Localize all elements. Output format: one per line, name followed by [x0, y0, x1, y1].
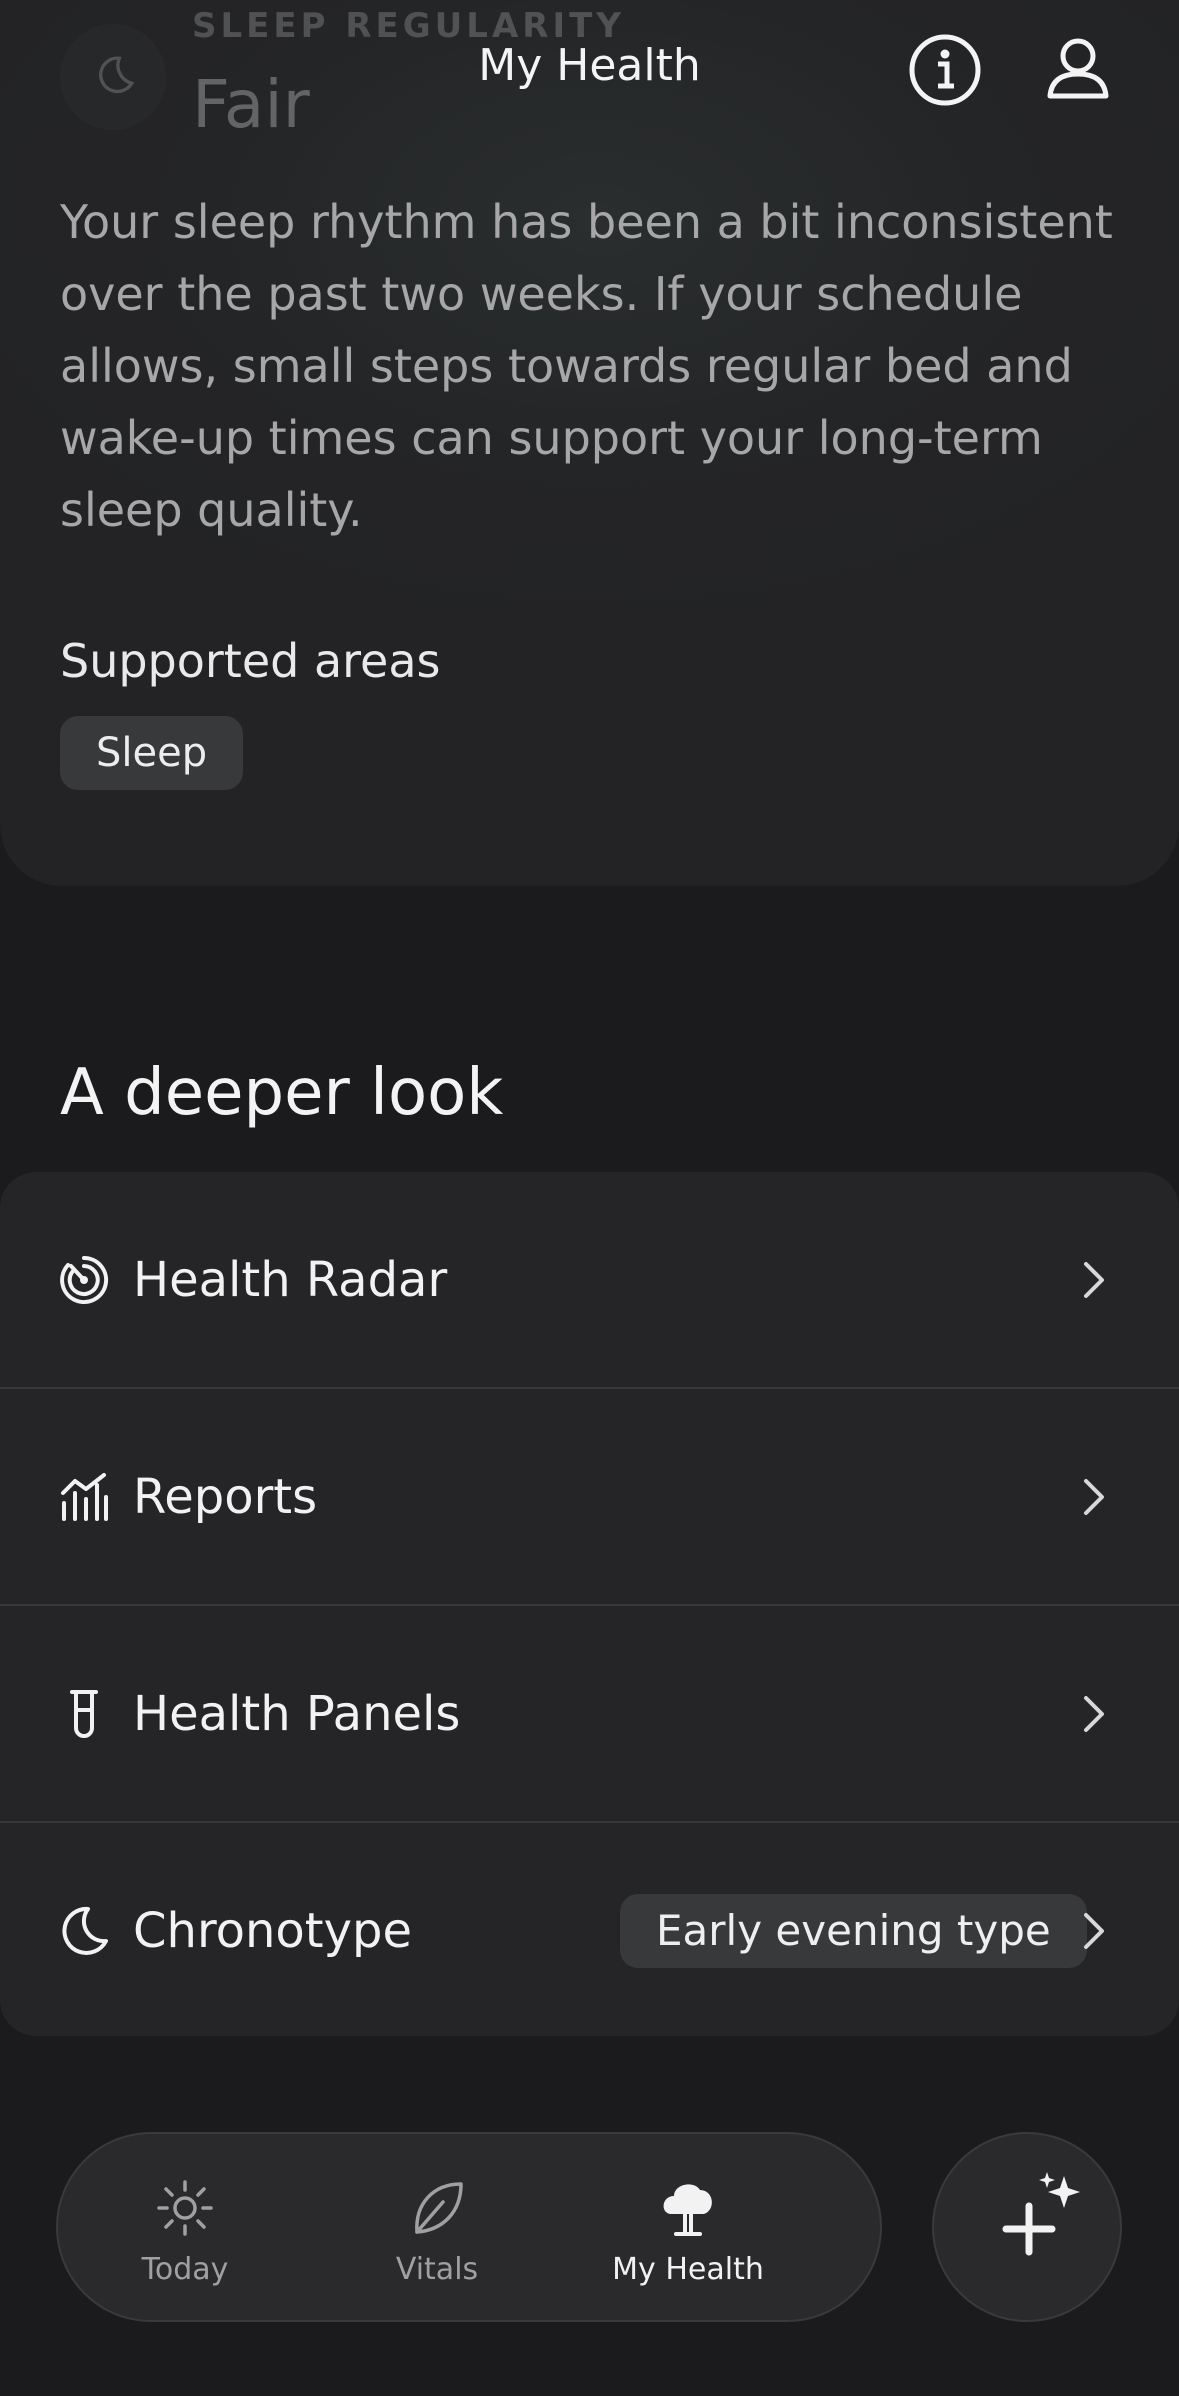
list-item-label: Health Radar — [133, 1251, 448, 1308]
list-item-reports[interactable]: Reports — [0, 1389, 1179, 1604]
sleep-description: Your sleep rhythm has been a bit inconsi… — [60, 195, 1113, 537]
chart-icon — [58, 1471, 110, 1523]
list-item-health-panels[interactable]: Health Panels — [0, 1606, 1179, 1821]
bottom-tab-bar: Today Vitals My Health — [56, 2132, 882, 2322]
info-button[interactable] — [905, 30, 985, 110]
supported-area-chip: Sleep — [60, 716, 244, 790]
profile-button[interactable] — [1038, 30, 1118, 110]
radar-icon — [58, 1254, 110, 1306]
sun-icon — [157, 2180, 213, 2236]
chevron-right-icon — [1084, 1478, 1104, 1515]
supported-areas-label: Supported areas — [60, 634, 441, 688]
tab-vitals[interactable]: Vitals — [347, 2134, 527, 2324]
user-icon — [1047, 38, 1109, 99]
leaf-icon — [415, 2182, 463, 2234]
info-icon — [909, 34, 981, 106]
add-button[interactable] — [932, 2132, 1122, 2322]
tab-label: Vitals — [395, 2252, 479, 2287]
tree-icon — [663, 2184, 712, 2236]
page-title: My Health — [478, 40, 701, 91]
plus-sparkle-icon — [1002, 2172, 1080, 2256]
test-tube-icon — [58, 1688, 110, 1740]
deeper-look-list: Health Radar Reports Health Panels Chron… — [0, 1172, 1179, 2036]
chevron-right-icon — [1084, 1695, 1104, 1732]
list-item-health-radar[interactable]: Health Radar — [0, 1172, 1179, 1387]
tab-my-health[interactable]: My Health — [598, 2134, 778, 2324]
tab-label: My Health — [612, 2252, 764, 2287]
list-item-label: Health Panels — [133, 1685, 461, 1742]
list-item-chronotype[interactable]: Chronotype Early evening type — [0, 1823, 1179, 2036]
tab-label: Today — [141, 2252, 229, 2287]
section-title: A deeper look — [60, 1056, 504, 1130]
list-item-label: Chronotype — [133, 1902, 412, 1959]
chevron-right-icon — [1084, 1912, 1104, 1949]
chevron-right-icon — [1084, 1261, 1104, 1298]
moon-icon — [58, 1905, 110, 1957]
list-item-label: Reports — [133, 1468, 318, 1525]
tab-today[interactable]: Today — [95, 2134, 275, 2324]
chronotype-badge: Early evening type — [620, 1893, 1087, 1968]
